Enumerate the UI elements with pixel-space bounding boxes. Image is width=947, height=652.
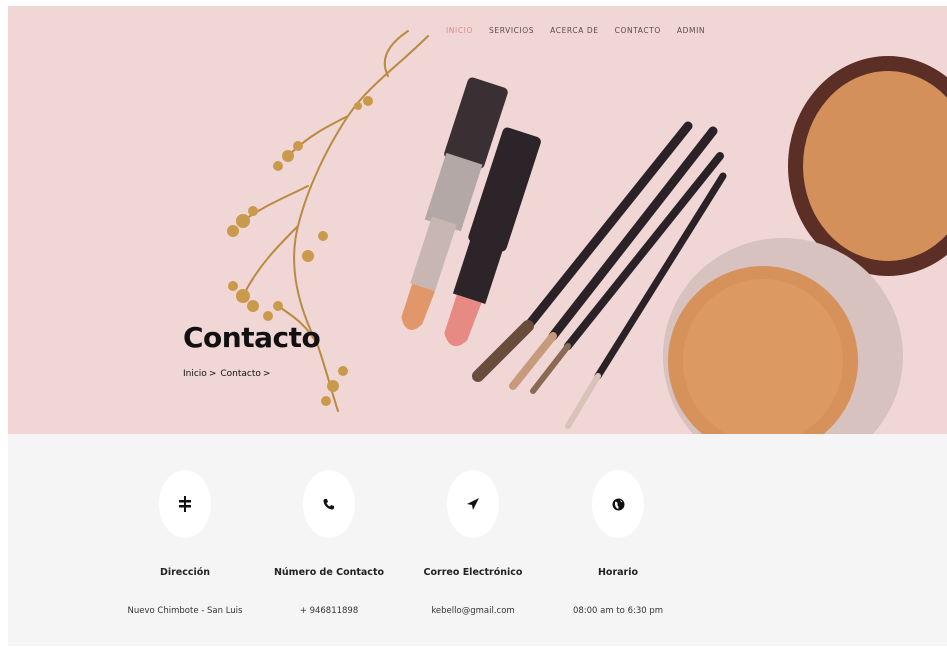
contact-info-section: Dirección Nuevo Chimbote - San Luis Núme…	[8, 434, 947, 646]
breadcrumb: Inicio > Contacto >	[183, 369, 274, 379]
cosmetics-background-image	[227, 30, 947, 434]
nav-item-servicios[interactable]: SERVICIOS	[481, 23, 542, 38]
main-nav: INICIO SERVICIOS ACERCA DE CONTACTO ADMI…	[438, 23, 713, 38]
info-card-title: Correo Electrónico	[423, 567, 523, 578]
chevron-right-icon: >	[262, 369, 271, 379]
page-title: Contacto	[183, 321, 321, 354]
info-card-title: Horario	[597, 567, 639, 578]
paper-plane-icon	[467, 498, 479, 510]
nav-item-admin[interactable]: ADMIN	[669, 23, 713, 38]
breadcrumb-current-contacto: Contacto	[220, 369, 261, 379]
signpost-icon	[179, 496, 191, 512]
info-card-title: Dirección	[159, 567, 211, 578]
hero-banner: INICIO SERVICIOS ACERCA DE CONTACTO ADMI…	[8, 6, 947, 434]
info-card-value: 08:00 am to 6:30 pm	[572, 606, 664, 616]
icon-circle	[592, 470, 644, 538]
info-card-value: Nuevo Chimbote - San Luis	[127, 606, 243, 616]
icon-circle	[303, 470, 355, 538]
icon-circle	[159, 470, 211, 538]
breadcrumb-link-inicio[interactable]: Inicio	[183, 369, 207, 379]
chevron-right-icon: >	[208, 369, 217, 379]
info-card-value[interactable]: kebello@gmail.com	[398, 606, 548, 616]
globe-icon	[612, 498, 624, 510]
nav-item-contacto[interactable]: CONTACTO	[607, 23, 669, 38]
info-card-title: Número de Contacto	[273, 567, 385, 578]
icon-circle	[447, 470, 499, 538]
nav-item-inicio[interactable]: INICIO	[438, 23, 481, 38]
phone-icon	[323, 499, 334, 510]
info-card-value[interactable]: + 946811898	[254, 606, 404, 616]
nav-item-acerca-de[interactable]: ACERCA DE	[542, 23, 606, 38]
